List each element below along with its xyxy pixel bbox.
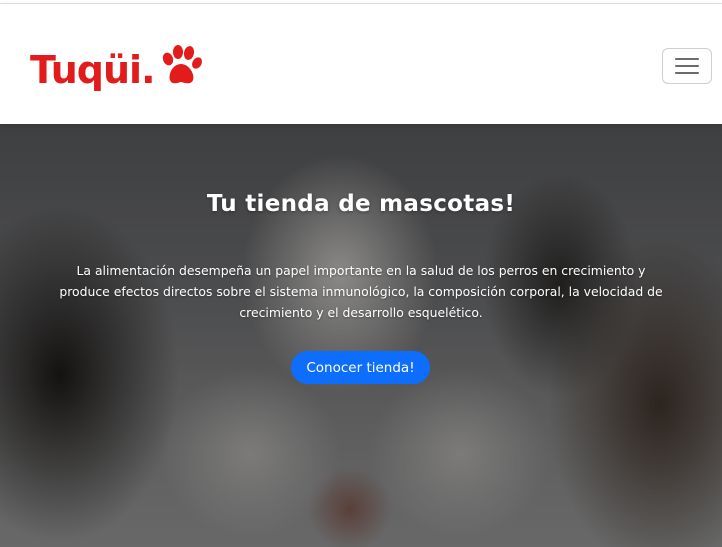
navbar: Tuqüi. (0, 4, 722, 124)
hero-section: Tu tienda de mascotas! La alimentación d… (0, 124, 722, 547)
brand-name: Tuqüi. (30, 48, 156, 92)
hero-content: Tu tienda de mascotas! La alimentación d… (0, 124, 722, 547)
hero-title: Tu tienda de mascotas! (206, 191, 516, 217)
shop-button[interactable]: Conocer tienda! (291, 351, 430, 384)
hamburger-menu-icon (675, 58, 699, 74)
brand-logo[interactable]: Tuqüi. (30, 42, 203, 92)
navbar-toggle-button[interactable] (662, 48, 712, 84)
hero-description: La alimentación desempeña un papel impor… (59, 263, 663, 320)
paw-icon (162, 45, 202, 84)
